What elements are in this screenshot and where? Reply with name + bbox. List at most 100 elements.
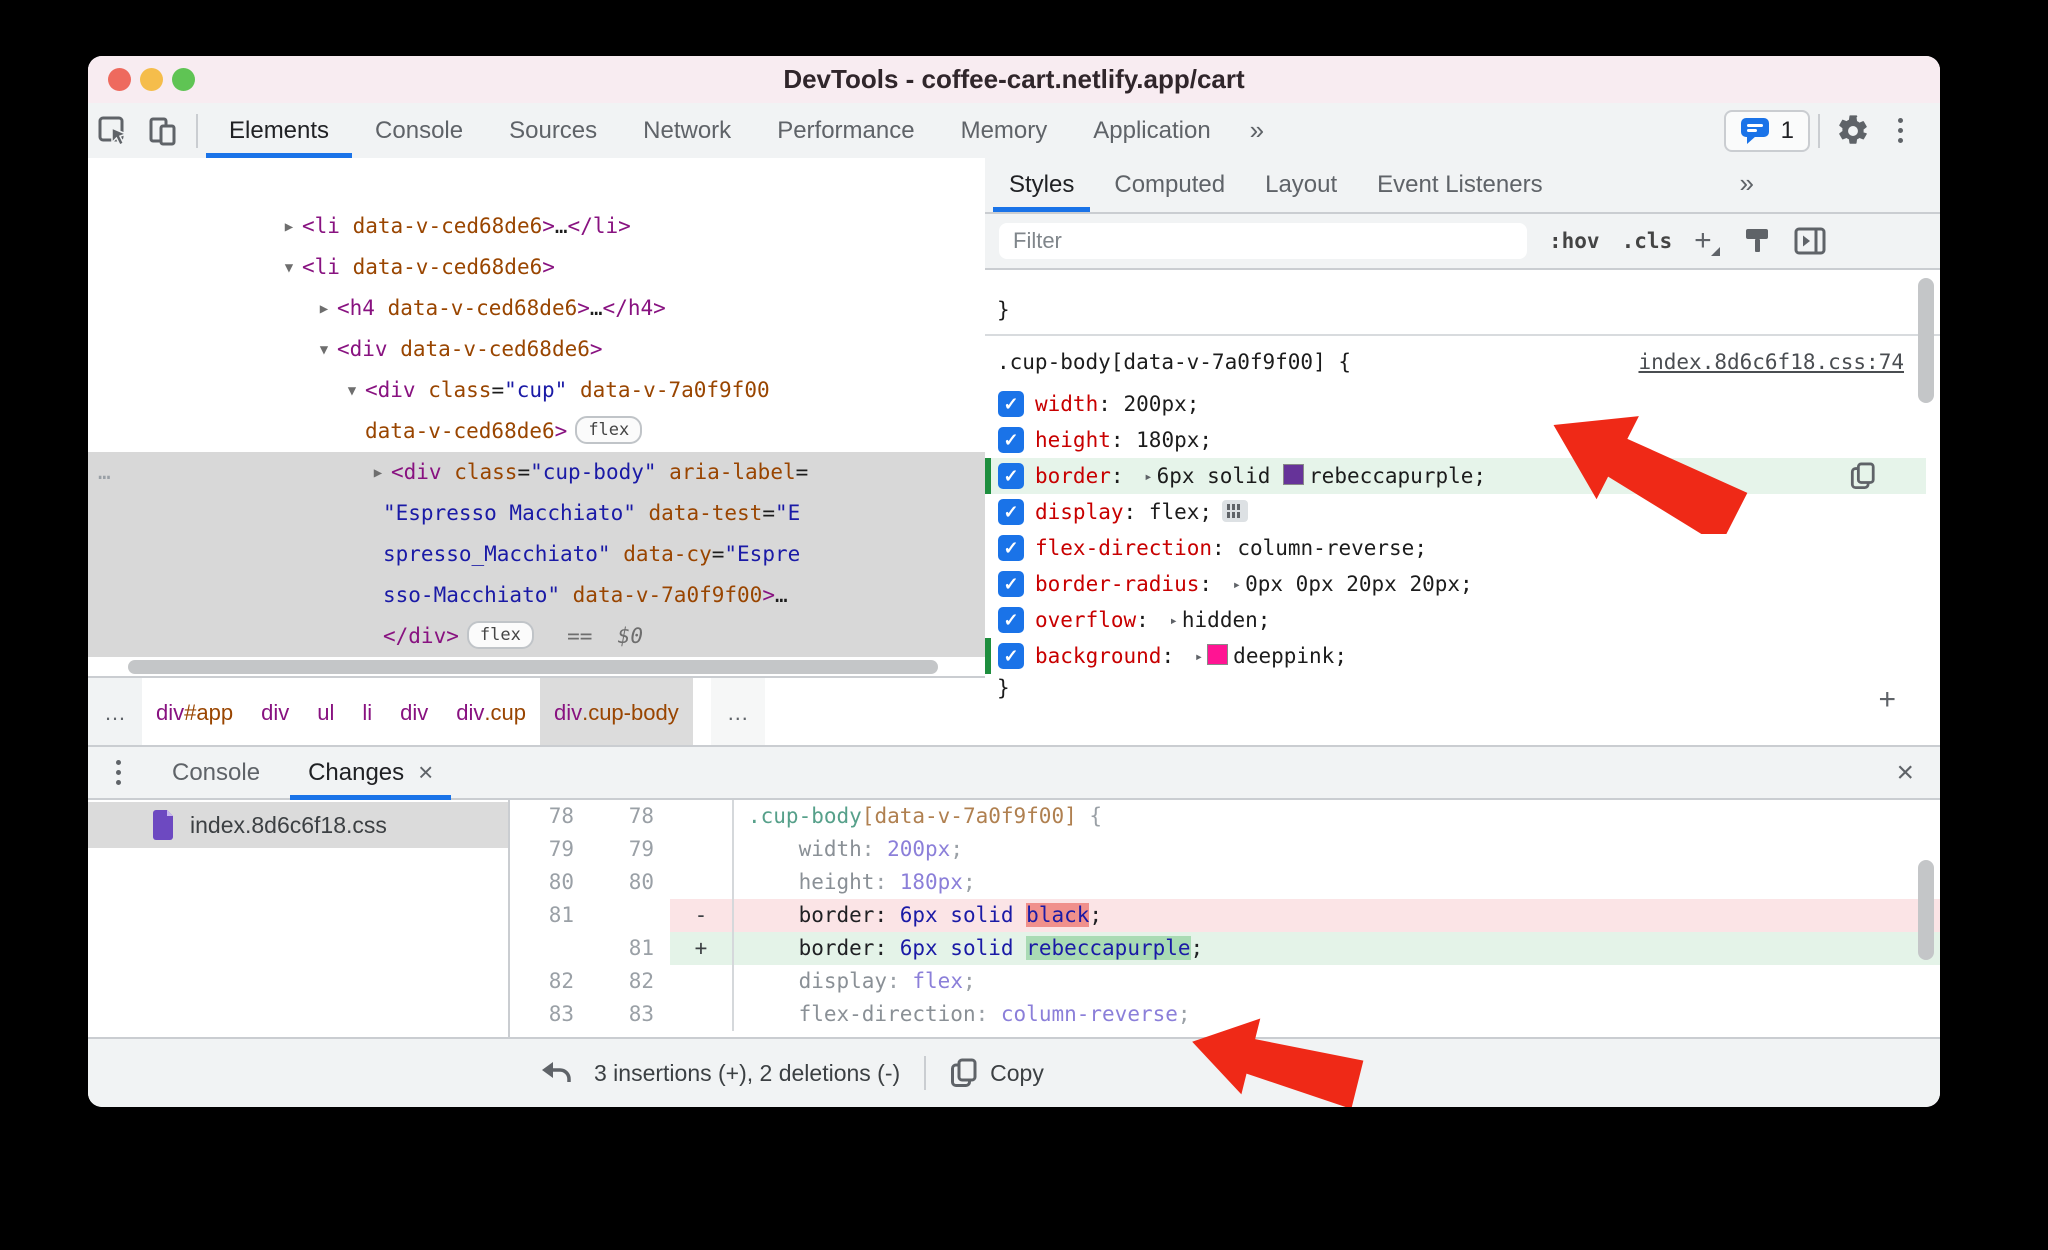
shorthand-expand-icon[interactable]: ▸ — [1169, 613, 1177, 629]
revert-changes-icon[interactable] — [540, 1059, 572, 1087]
flex-badge[interactable]: flex — [466, 621, 534, 649]
dom-tree-node[interactable]: ▶ <li data-v-ced68de6>…</li> — [88, 206, 985, 247]
drawer-menu-kebab-icon[interactable] — [88, 747, 148, 798]
tab-close-icon[interactable]: × — [418, 757, 433, 788]
changes-file-list: index.8d6c6f18.css — [88, 800, 510, 1037]
property-checkbox[interactable]: ✓ — [998, 607, 1024, 633]
diff-new-line-number: 78 — [628, 804, 654, 828]
device-toolbar-icon[interactable] — [138, 103, 188, 158]
minimize-window-button[interactable] — [140, 68, 163, 91]
css-selector[interactable]: .cup-body[data-v-7a0f9f00] { — [997, 350, 1351, 374]
styles-tab-styles[interactable]: Styles — [989, 158, 1094, 212]
diff-code: width: 200px; — [732, 833, 1940, 866]
diff-scrollbar-thumb[interactable] — [1918, 860, 1934, 960]
dom-tree-node[interactable]: data-v-ced68de6> flex — [88, 411, 985, 452]
dom-tree-node[interactable]: … ▶ <div class="cup-body" aria-label= — [88, 452, 985, 493]
property-checkbox[interactable]: ✓ — [998, 391, 1024, 417]
close-window-button[interactable] — [108, 68, 131, 91]
toggle-class-button[interactable]: .cls — [1622, 229, 1673, 253]
tree-expand-arrow-icon[interactable]: ▶ — [276, 207, 302, 248]
css-source-link[interactable]: index.8d6c6f18.css:74 — [1638, 350, 1904, 374]
drawer-tab-changes[interactable]: Changes × — [284, 747, 457, 800]
css-property-width[interactable]: ✓ width: 200px; — [985, 386, 1926, 422]
color-swatch[interactable] — [1283, 464, 1305, 485]
copy-declaration-icon[interactable] — [1850, 462, 1876, 490]
flex-badge[interactable]: flex — [575, 416, 643, 444]
drawer-close-icon[interactable]: × — [1870, 747, 1940, 798]
tree-expand-arrow-icon[interactable]: ▶ — [311, 289, 337, 330]
breadcrumb-overflow-right[interactable]: … — [710, 678, 765, 747]
shorthand-expand-icon[interactable]: ▸ — [1233, 577, 1241, 593]
dom-tree-node[interactable]: ▼ <li data-v-ced68de6> — [88, 247, 985, 288]
diff-old-line-number: 82 — [548, 969, 574, 993]
color-swatch[interactable] — [1207, 644, 1229, 665]
css-property-border-radius[interactable]: ✓ border-radius: ▸ 0px 0px 20px 20px; — [985, 566, 1926, 602]
tab-network[interactable]: Network — [620, 103, 754, 158]
issues-button[interactable]: 1 — [1723, 109, 1810, 152]
add-property-button[interactable]: + — [1878, 683, 1896, 717]
tab-sources[interactable]: Sources — [486, 103, 620, 158]
main-menu-kebab-icon[interactable] — [1878, 118, 1922, 143]
dom-tree-node[interactable]: </div> flex == $0 — [88, 616, 985, 657]
styles-tab-layout[interactable]: Layout — [1245, 158, 1357, 212]
css-property-display[interactable]: ✓ display: flex; — [985, 494, 1926, 530]
css-property-flex-direction[interactable]: ✓ flex-direction: column-reverse; — [985, 530, 1926, 566]
tree-expand-arrow-icon[interactable]: ▶ — [365, 453, 391, 494]
dom-tree-node[interactable]: sso-Macchiato" data-v-7a0f9f00>… — [88, 575, 985, 616]
breadcrumb-item[interactable]: ul — [303, 678, 348, 747]
drawer-tab-console[interactable]: Console — [148, 747, 284, 798]
tab-application[interactable]: Application — [1070, 103, 1233, 158]
breadcrumb-overflow-left[interactable]: … — [88, 678, 142, 747]
changed-file-item[interactable]: index.8d6c6f18.css — [88, 802, 508, 848]
dom-tree-node[interactable]: "Espresso Macchiato" data-test="E — [88, 493, 985, 534]
property-checkbox[interactable]: ✓ — [998, 463, 1024, 489]
breadcrumb-item[interactable]: div .cup-body — [539, 678, 693, 747]
elements-horizontal-scrollbar[interactable] — [88, 658, 985, 676]
new-style-rule-button[interactable]: + — [1694, 224, 1720, 258]
styles-filter-input[interactable] — [999, 223, 1527, 259]
css-property-height[interactable]: ✓ height: 180px; — [985, 422, 1926, 458]
scrollbar-thumb[interactable] — [128, 660, 938, 674]
dom-tree-node[interactable]: ▶ <h4 data-v-ced68de6>…</h4> — [88, 288, 985, 329]
toggle-hover-state-button[interactable]: :hov — [1549, 229, 1600, 253]
dom-tree-node[interactable]: spresso_Macchiato" data-cy="Espre — [88, 534, 985, 575]
tree-expand-arrow-icon[interactable]: ▼ — [311, 330, 337, 371]
flex-editor-icon[interactable] — [1222, 500, 1249, 522]
dom-tree-node[interactable]: ▼ <div class="cup" data-v-7a0f9f00 — [88, 370, 985, 411]
tree-expand-arrow-icon[interactable]: ▼ — [276, 248, 302, 289]
property-checkbox[interactable]: ✓ — [998, 499, 1024, 525]
shorthand-expand-icon[interactable]: ▸ — [1195, 649, 1203, 665]
copy-changes-button[interactable]: Copy — [950, 1058, 1044, 1088]
settings-gear-icon[interactable] — [1828, 114, 1878, 148]
more-tabs-chevron-icon[interactable]: » — [1234, 103, 1280, 158]
tab-elements[interactable]: Elements — [206, 103, 353, 158]
tab-performance[interactable]: Performance — [754, 103, 937, 158]
rendering-brush-icon[interactable] — [1742, 226, 1772, 256]
property-checkbox[interactable]: ✓ — [998, 535, 1024, 561]
breadcrumb-item[interactable]: div — [386, 678, 442, 747]
styles-tab-computed[interactable]: Computed — [1094, 158, 1245, 212]
breadcrumb-item[interactable]: div — [247, 678, 303, 747]
property-checkbox[interactable]: ✓ — [998, 571, 1024, 597]
property-checkbox[interactable]: ✓ — [998, 427, 1024, 453]
styles-scrollbar-thumb[interactable] — [1918, 278, 1934, 403]
tree-expand-arrow-icon[interactable]: ▼ — [339, 371, 365, 412]
inspect-element-icon[interactable] — [88, 103, 138, 158]
tab-console[interactable]: Console — [352, 103, 486, 158]
shorthand-expand-icon[interactable]: ▸ — [1144, 469, 1152, 485]
breadcrumb-item[interactable]: div .cup — [442, 678, 540, 747]
styles-more-tabs-chevron-icon[interactable]: » — [1724, 168, 1770, 199]
window-title: DevTools - coffee-cart.netlify.app/cart — [783, 64, 1245, 94]
css-property-background[interactable]: ✓ background: ▸ deeppink; — [985, 638, 1926, 674]
breadcrumb-item[interactable]: div #app — [142, 678, 247, 747]
zoom-window-button[interactable] — [172, 68, 195, 91]
changes-panel: index.8d6c6f18.css 78 78 .cup-body[data-v-… — [88, 800, 1940, 1037]
tab-memory[interactable]: Memory — [938, 103, 1071, 158]
property-checkbox[interactable]: ✓ — [998, 643, 1024, 669]
styles-tab-event-listeners[interactable]: Event Listeners — [1357, 158, 1562, 212]
css-property-overflow[interactable]: ✓ overflow: ▸ hidden; — [985, 602, 1926, 638]
breadcrumb-item[interactable]: li — [348, 678, 386, 747]
sidebar-toggle-icon[interactable] — [1794, 227, 1826, 255]
dom-tree-node[interactable]: ▼ <div data-v-ced68de6> — [88, 329, 985, 370]
css-property-border[interactable]: ✓ border: ▸ 6px solid rebeccapurple; — [985, 458, 1926, 494]
